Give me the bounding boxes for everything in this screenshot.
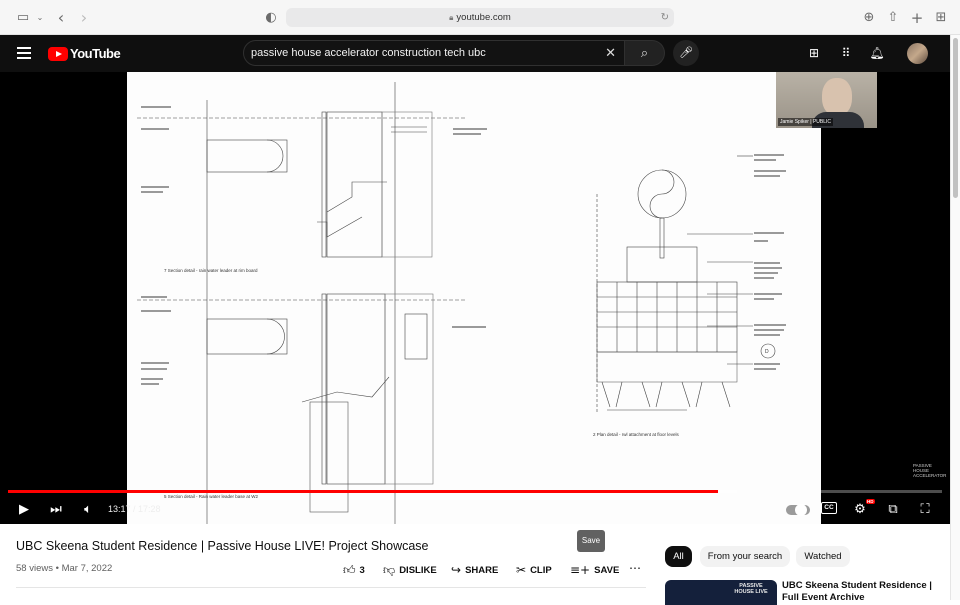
voice-search-button[interactable]: 🎤︎ — [673, 40, 699, 66]
browser-toolbar: ▭ ⌄ ‹ › ◐ 🔒︎ youtube.com ↻ ⊕ ⇧ + ⊞ — [0, 0, 960, 35]
construction-drawing-slide: 7 Section detail - rain water leader at … — [127, 72, 821, 524]
hd-badge: HD — [866, 499, 875, 504]
webcam-label: Jamie Spiker | PUBLIC — [778, 118, 834, 126]
chip-all[interactable]: All — [665, 546, 692, 567]
player-controls: ▶ ⏭︎ 🔈︎ 13:17 / 17:28 CC ⚙ HD ⧉ ⛶ — [0, 496, 950, 524]
save-label: SAVE — [594, 564, 620, 576]
dislike-label: DISLIKE — [399, 565, 437, 576]
sidebar-toggle-icon[interactable]: ▭ — [14, 9, 32, 27]
video-player[interactable]: 7 Section detail - rain water leader at … — [0, 72, 950, 524]
share-arrow-icon: ↪ — [451, 563, 462, 577]
subtitles-button[interactable]: CC — [821, 502, 837, 514]
played-progress — [8, 490, 718, 493]
avatar[interactable] — [907, 43, 928, 64]
like-button[interactable]: 👍︎ 3 — [343, 563, 365, 578]
playlist-add-icon: ≡+ — [570, 563, 591, 577]
youtube-logo[interactable]: YouTube — [48, 46, 121, 61]
new-tab-icon[interactable]: + — [908, 9, 926, 27]
detail-7-caption: 7 Section detail - rain water leader at … — [164, 268, 258, 273]
forward-icon[interactable]: › — [75, 9, 93, 27]
drawing-svg: 7 Section detail - rain water leader at … — [137, 82, 786, 524]
clip-label: CLIP — [530, 564, 552, 576]
reload-icon[interactable]: ↻ — [661, 8, 669, 27]
share-label: SHARE — [465, 564, 499, 576]
next-video-icon[interactable]: ⏭︎ — [47, 500, 65, 520]
search-query-text: passive house accelerator construction t… — [251, 47, 486, 59]
section-callout-d: D — [765, 349, 769, 355]
thumbs-up-icon: 👍︎ — [343, 563, 356, 577]
scissors-icon: ✂ — [516, 563, 527, 577]
divider — [16, 587, 646, 588]
video-title: UBC Skeena Student Residence | Passive H… — [16, 539, 429, 553]
more-actions-icon[interactable]: ⋯ — [629, 561, 641, 575]
youtube-header: YouTube passive house accelerator constr… — [0, 35, 950, 72]
dislike-button[interactable]: 👎︎ DISLIKE — [383, 563, 437, 578]
search-bar: passive house accelerator construction t… — [243, 40, 665, 66]
chip-watched[interactable]: Watched — [796, 546, 850, 567]
autoplay-toggle[interactable] — [786, 504, 810, 516]
download-icon[interactable]: ⊕ — [860, 9, 878, 27]
miniplayer-icon[interactable]: ⧉ — [883, 500, 903, 520]
create-video-icon[interactable]: ⊞ — [806, 45, 822, 61]
clip-button[interactable]: ✂ CLIP — [516, 563, 552, 577]
apps-grid-icon[interactable]: ⠿ — [838, 45, 854, 61]
microphone-icon: 🎤︎ — [679, 47, 693, 59]
youtube-play-logo-icon — [48, 46, 68, 61]
share-button[interactable]: ↪ SHARE — [451, 563, 498, 577]
back-icon[interactable]: ‹ — [52, 9, 70, 27]
chevron-down-icon[interactable]: ⌄ — [31, 9, 49, 27]
save-button[interactable]: ≡+ SAVE — [570, 563, 619, 577]
search-icon: ⌕ — [640, 45, 649, 60]
thumbs-down-icon: 👎︎ — [383, 563, 396, 577]
time-display: 13:17 / 17:28 — [108, 504, 161, 514]
save-tooltip: Save — [577, 530, 605, 552]
volume-icon[interactable]: 🔈︎ — [79, 500, 97, 520]
notifications-bell-icon[interactable]: 🔔︎ — [869, 45, 885, 61]
video-views-date: 58 views • Mar 7, 2022 — [16, 563, 113, 574]
lock-icon: 🔒︎ — [449, 13, 454, 22]
recommended-video-thumbnail[interactable]: PASSIVE HOUSE LIVE — [665, 580, 777, 605]
presenter-head — [822, 78, 852, 116]
share-icon[interactable]: ⇧ — [884, 9, 902, 27]
recommended-video-title[interactable]: UBC Skeena Student Residence | Full Even… — [782, 580, 942, 604]
seek-bar[interactable] — [8, 490, 942, 493]
search-input[interactable]: passive house accelerator construction t… — [243, 40, 625, 66]
search-button[interactable]: ⌕ — [625, 40, 665, 66]
page-scrollbar[interactable] — [950, 35, 960, 600]
chip-from-your-search[interactable]: From your search — [700, 546, 790, 567]
address-bar[interactable]: 🔒︎ youtube.com ↻ — [286, 8, 674, 27]
play-icon[interactable]: ▶ — [15, 500, 33, 520]
logo-text: YouTube — [70, 46, 121, 61]
scrollbar-thumb[interactable] — [953, 38, 958, 198]
tab-overview-icon[interactable]: ⊞ — [932, 9, 950, 27]
presenter-webcam: Jamie Spiker | PUBLIC — [776, 72, 877, 128]
detail-2-caption: 2 Plan detail - rwl attachment at floor … — [593, 432, 680, 437]
clear-search-icon[interactable]: ✕ — [605, 41, 616, 65]
like-count: 3 — [359, 565, 365, 576]
thumbnail-text: PASSIVE HOUSE LIVE — [734, 583, 768, 595]
privacy-shield-icon[interactable]: ◐ — [262, 9, 280, 27]
fullscreen-icon[interactable]: ⛶ — [915, 500, 935, 520]
menu-icon[interactable] — [17, 47, 31, 59]
passive-house-accelerator-watermark: PASSIVE HOUSE ACCELERATOR — [913, 463, 947, 478]
url-text: youtube.com — [456, 12, 511, 23]
